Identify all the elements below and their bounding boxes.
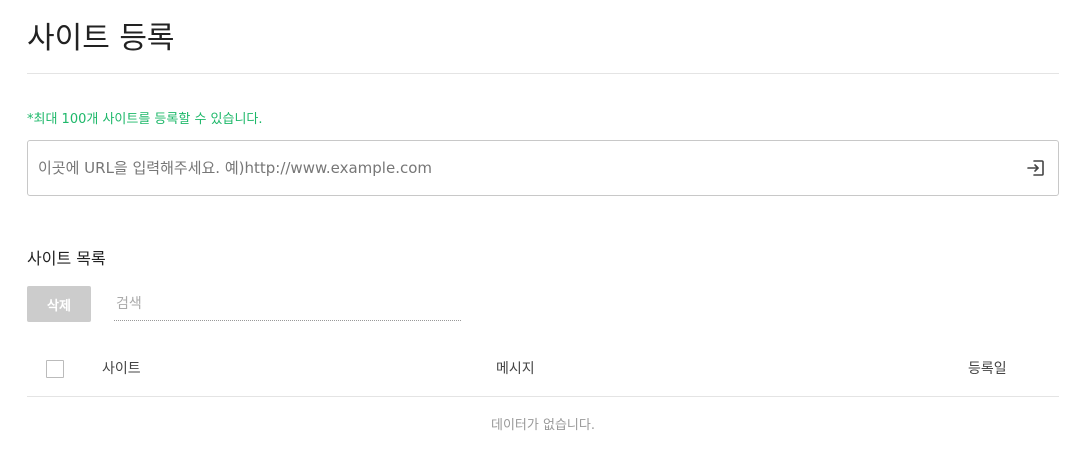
limit-notice: *최대 100개 사이트를 등록할 수 있습니다. [27,112,263,127]
select-all-checkbox[interactable] [46,360,64,378]
table-header: 사이트 메시지 등록일 [27,345,1059,397]
empty-table-message: 데이터가 없습니다. [491,418,595,433]
site-list-title: 사이트 목록 [27,249,106,268]
title-divider [27,73,1059,74]
page-title: 사이트 등록 [27,21,175,56]
search-input[interactable] [114,288,461,321]
enter-icon [1027,160,1044,176]
column-header-message[interactable]: 메시지 [496,358,535,378]
column-header-site[interactable]: 사이트 [102,358,141,378]
delete-button[interactable]: 삭제 [27,286,91,322]
url-input-box [27,140,1059,196]
column-header-registered-date[interactable]: 등록일 [968,358,1007,378]
submit-url-button[interactable] [1024,156,1048,180]
url-input[interactable] [38,141,998,195]
